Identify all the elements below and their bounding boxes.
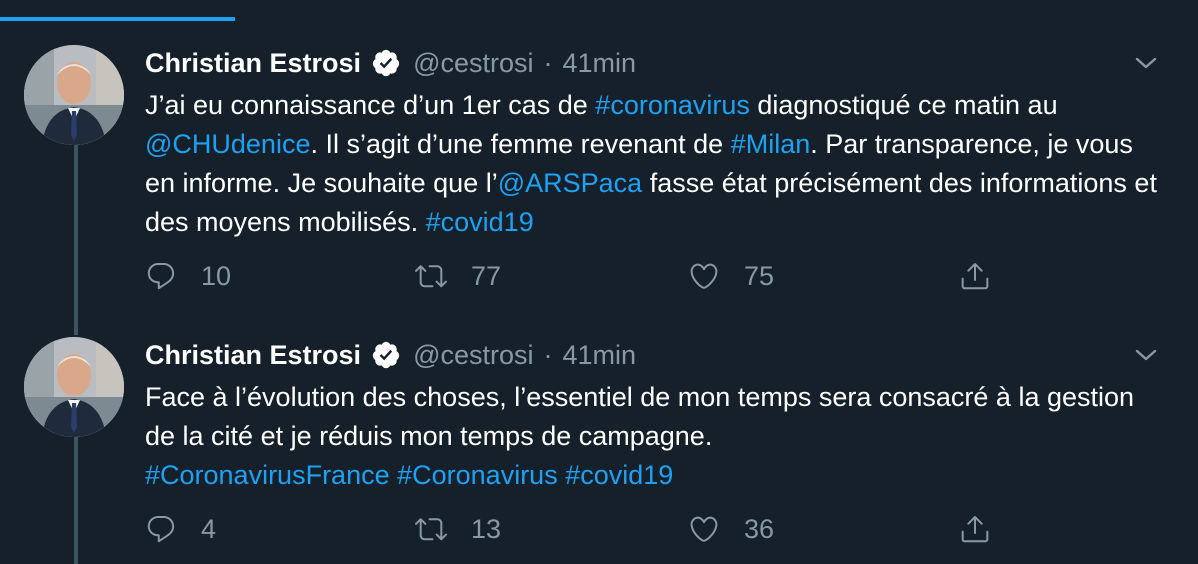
tweet-timestamp[interactable]: 41min [563,340,637,371]
hashtag-link[interactable]: #Milan [731,129,811,159]
thread-connector-line [74,437,78,564]
hashtag-link[interactable]: #coronavirus [595,90,750,120]
chevron-down-icon[interactable] [1132,51,1160,75]
hashtag-link[interactable]: #covid19 [565,460,673,490]
author-handle[interactable]: @cestrosi [413,48,533,79]
tweet-actions: 10 77 75 [145,258,995,294]
mention-link[interactable]: @CHUdenice [145,129,310,159]
author-name[interactable]: Christian Estrosi [145,340,361,371]
tweet-text-segment [390,460,398,490]
share-button[interactable] [959,511,991,547]
tweet-header: Christian Estrosi @cestrosi · 41min [145,45,636,81]
like-button[interactable]: 75 [688,258,774,294]
hashtag-link[interactable]: #Coronavirus [397,460,558,490]
share-icon [961,263,989,290]
separator-dot: · [543,339,553,370]
retweet-count: 13 [471,513,502,544]
reply-button[interactable]: 4 [145,511,216,547]
tweet-text-segment: Face à l’évolution des choses, l’essenti… [145,382,1135,451]
retweet-icon [415,518,447,541]
tweet-actions: 4 13 36 [145,511,995,547]
like-button[interactable]: 36 [688,511,774,547]
chevron-down-icon[interactable] [1132,343,1160,367]
timeline: Christian Estrosi @cestrosi · 41min J’ai… [0,0,1198,564]
heart-icon [690,516,718,542]
heart-icon [690,263,718,289]
reply-icon [147,515,175,543]
retweet-count: 77 [471,260,502,291]
retweet-icon [415,265,447,288]
tweet-text-segment: diagnostiqué ce matin au [749,90,1058,120]
tweet-text: Face à l’évolution des choses, l’essenti… [145,378,1170,495]
separator-dot: · [543,47,553,78]
mention-link[interactable]: @ARSPaca [498,168,642,198]
avatar-image [24,45,124,145]
hashtag-link[interactable]: #covid19 [426,207,534,237]
verified-badge-icon [371,48,401,78]
loading-progress-bar [0,17,235,21]
thread-connector-line [74,145,78,335]
reply-count: 4 [201,513,217,544]
hashtag-link[interactable]: #CoronavirusFrance [145,460,390,490]
tweet-header: Christian Estrosi @cestrosi · 41min [145,337,636,373]
reply-count: 10 [201,260,232,291]
verified-badge-icon [371,340,401,370]
tweet-text-segment: J’ai eu connaissance d’un 1er cas de [145,90,596,120]
retweet-button[interactable]: 13 [415,511,501,547]
reply-button[interactable]: 10 [145,258,231,294]
avatar[interactable] [24,337,124,437]
tweet-timestamp[interactable]: 41min [563,48,637,79]
tweet[interactable]: Christian Estrosi @cestrosi · 41min Face… [0,337,1198,564]
share-button[interactable] [959,258,991,294]
tweet-text-segment: . Il s’agit d’une femme revenant de [310,129,731,159]
avatar[interactable] [24,45,124,145]
tweet[interactable]: Christian Estrosi @cestrosi · 41min J’ai… [0,45,1198,335]
like-count: 36 [744,513,775,544]
author-name[interactable]: Christian Estrosi [145,48,361,79]
avatar-image [24,337,124,437]
retweet-button[interactable]: 77 [415,258,501,294]
share-icon [961,516,989,543]
tweet-text: J’ai eu connaissance d’un 1er cas de #co… [145,86,1170,242]
author-handle[interactable]: @cestrosi [413,340,533,371]
like-count: 75 [744,260,775,291]
reply-icon [147,262,175,290]
